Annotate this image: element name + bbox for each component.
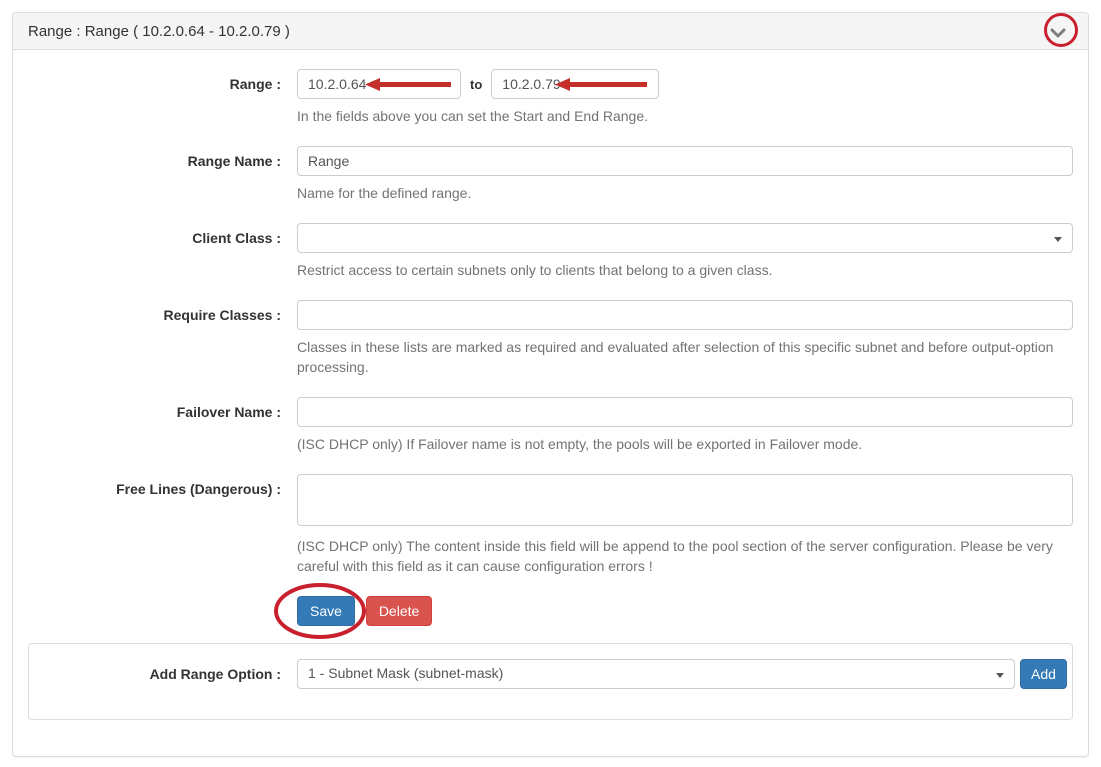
range-to-separator: to — [470, 77, 482, 92]
range-label: Range : — [28, 69, 297, 126]
add-range-option-box: Add Range Option : 1 - Subnet Mask (subn… — [28, 643, 1073, 720]
client-class-row: Client Class : Restrict access to certai… — [28, 223, 1073, 280]
failover-name-row: Failover Name : (ISC DHCP only) If Failo… — [28, 397, 1073, 454]
form-buttons-row: Save Delete — [28, 596, 1073, 626]
free-lines-help-text: (ISC DHCP only) The content inside this … — [297, 536, 1073, 576]
range-panel: Range : Range ( 10.2.0.64 - 10.2.0.79 ) … — [12, 12, 1089, 757]
require-classes-row: Require Classes : Classes in these lists… — [28, 300, 1073, 377]
range-help-text: In the fields above you can set the Star… — [297, 106, 1073, 126]
panel-body: Range : to — [13, 50, 1088, 626]
add-range-option-selected-value: 1 - Subnet Mask (subnet-mask) — [308, 665, 503, 681]
save-button[interactable]: Save — [297, 596, 355, 626]
panel-title: Range : Range ( 10.2.0.64 - 10.2.0.79 ) — [28, 23, 290, 40]
add-range-option-select[interactable]: 1 - Subnet Mask (subnet-mask) — [297, 659, 1015, 689]
range-row: Range : to — [28, 69, 1073, 126]
free-lines-label: Free Lines (Dangerous) : — [28, 474, 297, 576]
free-lines-textarea[interactable] — [297, 474, 1073, 526]
chevron-down-icon[interactable] — [1050, 26, 1066, 37]
failover-name-label: Failover Name : — [28, 397, 297, 454]
range-name-label: Range Name : — [28, 146, 297, 203]
client-class-label: Client Class : — [28, 223, 297, 280]
add-button[interactable]: Add — [1020, 659, 1067, 689]
require-classes-label: Require Classes : — [28, 300, 297, 377]
failover-name-input[interactable] — [297, 397, 1073, 427]
add-range-option-row: Add Range Option : 1 - Subnet Mask (subn… — [44, 659, 1057, 689]
add-range-option-label: Add Range Option : — [44, 659, 297, 682]
require-classes-input[interactable] — [297, 300, 1073, 330]
range-start-input[interactable] — [297, 69, 461, 99]
client-class-select[interactable] — [297, 223, 1073, 253]
failover-name-help-text: (ISC DHCP only) If Failover name is not … — [297, 434, 1073, 454]
caret-down-icon — [1054, 237, 1062, 242]
delete-button[interactable]: Delete — [366, 596, 432, 626]
free-lines-row: Free Lines (Dangerous) : (ISC DHCP only)… — [28, 474, 1073, 576]
range-name-help-text: Name for the defined range. — [297, 183, 1073, 203]
caret-down-icon — [996, 673, 1004, 678]
range-end-input[interactable] — [491, 69, 659, 99]
range-name-input[interactable] — [297, 146, 1073, 176]
client-class-help-text: Restrict access to certain subnets only … — [297, 260, 1073, 280]
panel-header: Range : Range ( 10.2.0.64 - 10.2.0.79 ) — [13, 13, 1088, 50]
range-name-row: Range Name : Name for the defined range. — [28, 146, 1073, 203]
require-classes-help-text: Classes in these lists are marked as req… — [297, 337, 1073, 377]
